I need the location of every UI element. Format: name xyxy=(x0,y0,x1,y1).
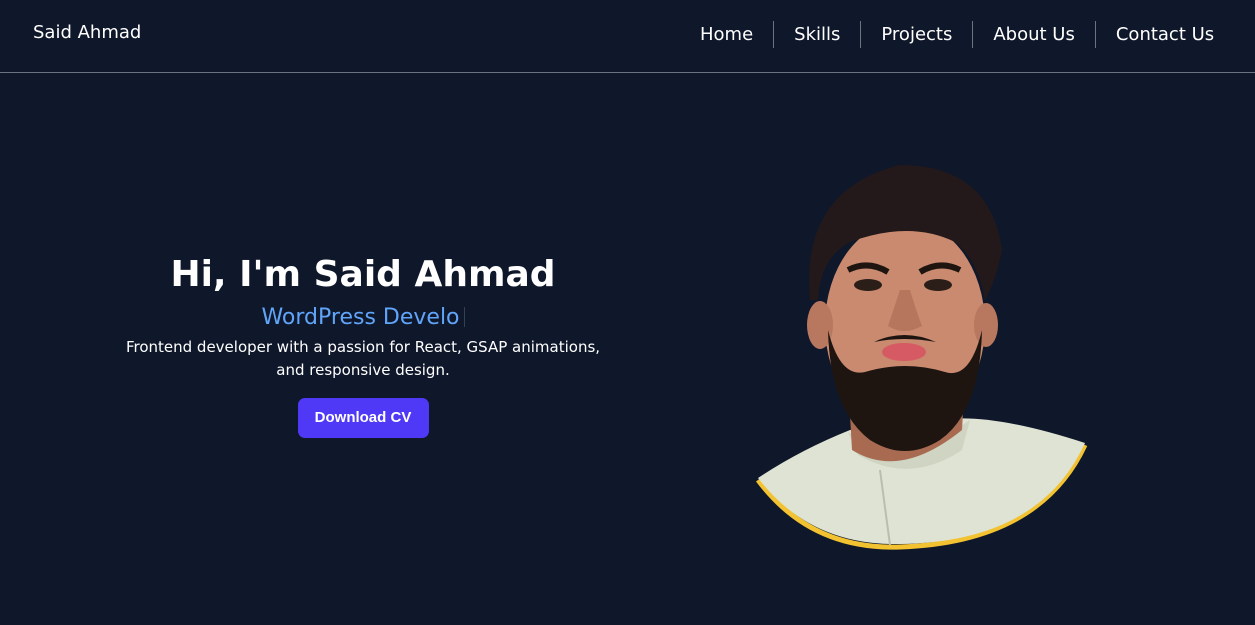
navbar: Said Ahmad Home Skills Projects About Us… xyxy=(0,0,1255,73)
nav-menu: Home Skills Projects About Us Contact Us xyxy=(680,21,1234,48)
hero-role-typewriter: WordPress Develo xyxy=(100,303,626,333)
nav-link-contact[interactable]: Contact Us xyxy=(1096,21,1234,48)
download-cv-button[interactable]: Download CV xyxy=(297,398,429,438)
nav-link-about[interactable]: About Us xyxy=(973,21,1095,48)
nav-link-projects[interactable]: Projects xyxy=(861,21,972,48)
hero-intro: Hi, I'm Said Ahmad WordPress Develo Fron… xyxy=(100,250,626,438)
profile-photo xyxy=(740,150,1100,560)
brand-logo[interactable]: Said Ahmad xyxy=(33,22,141,43)
profile-photo-icon xyxy=(755,165,1088,550)
nav-link-skills[interactable]: Skills xyxy=(774,21,860,48)
nav-link-home[interactable]: Home xyxy=(680,21,773,48)
hero-title: Hi, I'm Said Ahmad xyxy=(170,254,556,295)
typing-cursor-icon xyxy=(463,307,465,327)
hero-description: Frontend developer with a passion for Re… xyxy=(125,338,601,379)
hero-role-text: WordPress Develo xyxy=(261,305,460,330)
